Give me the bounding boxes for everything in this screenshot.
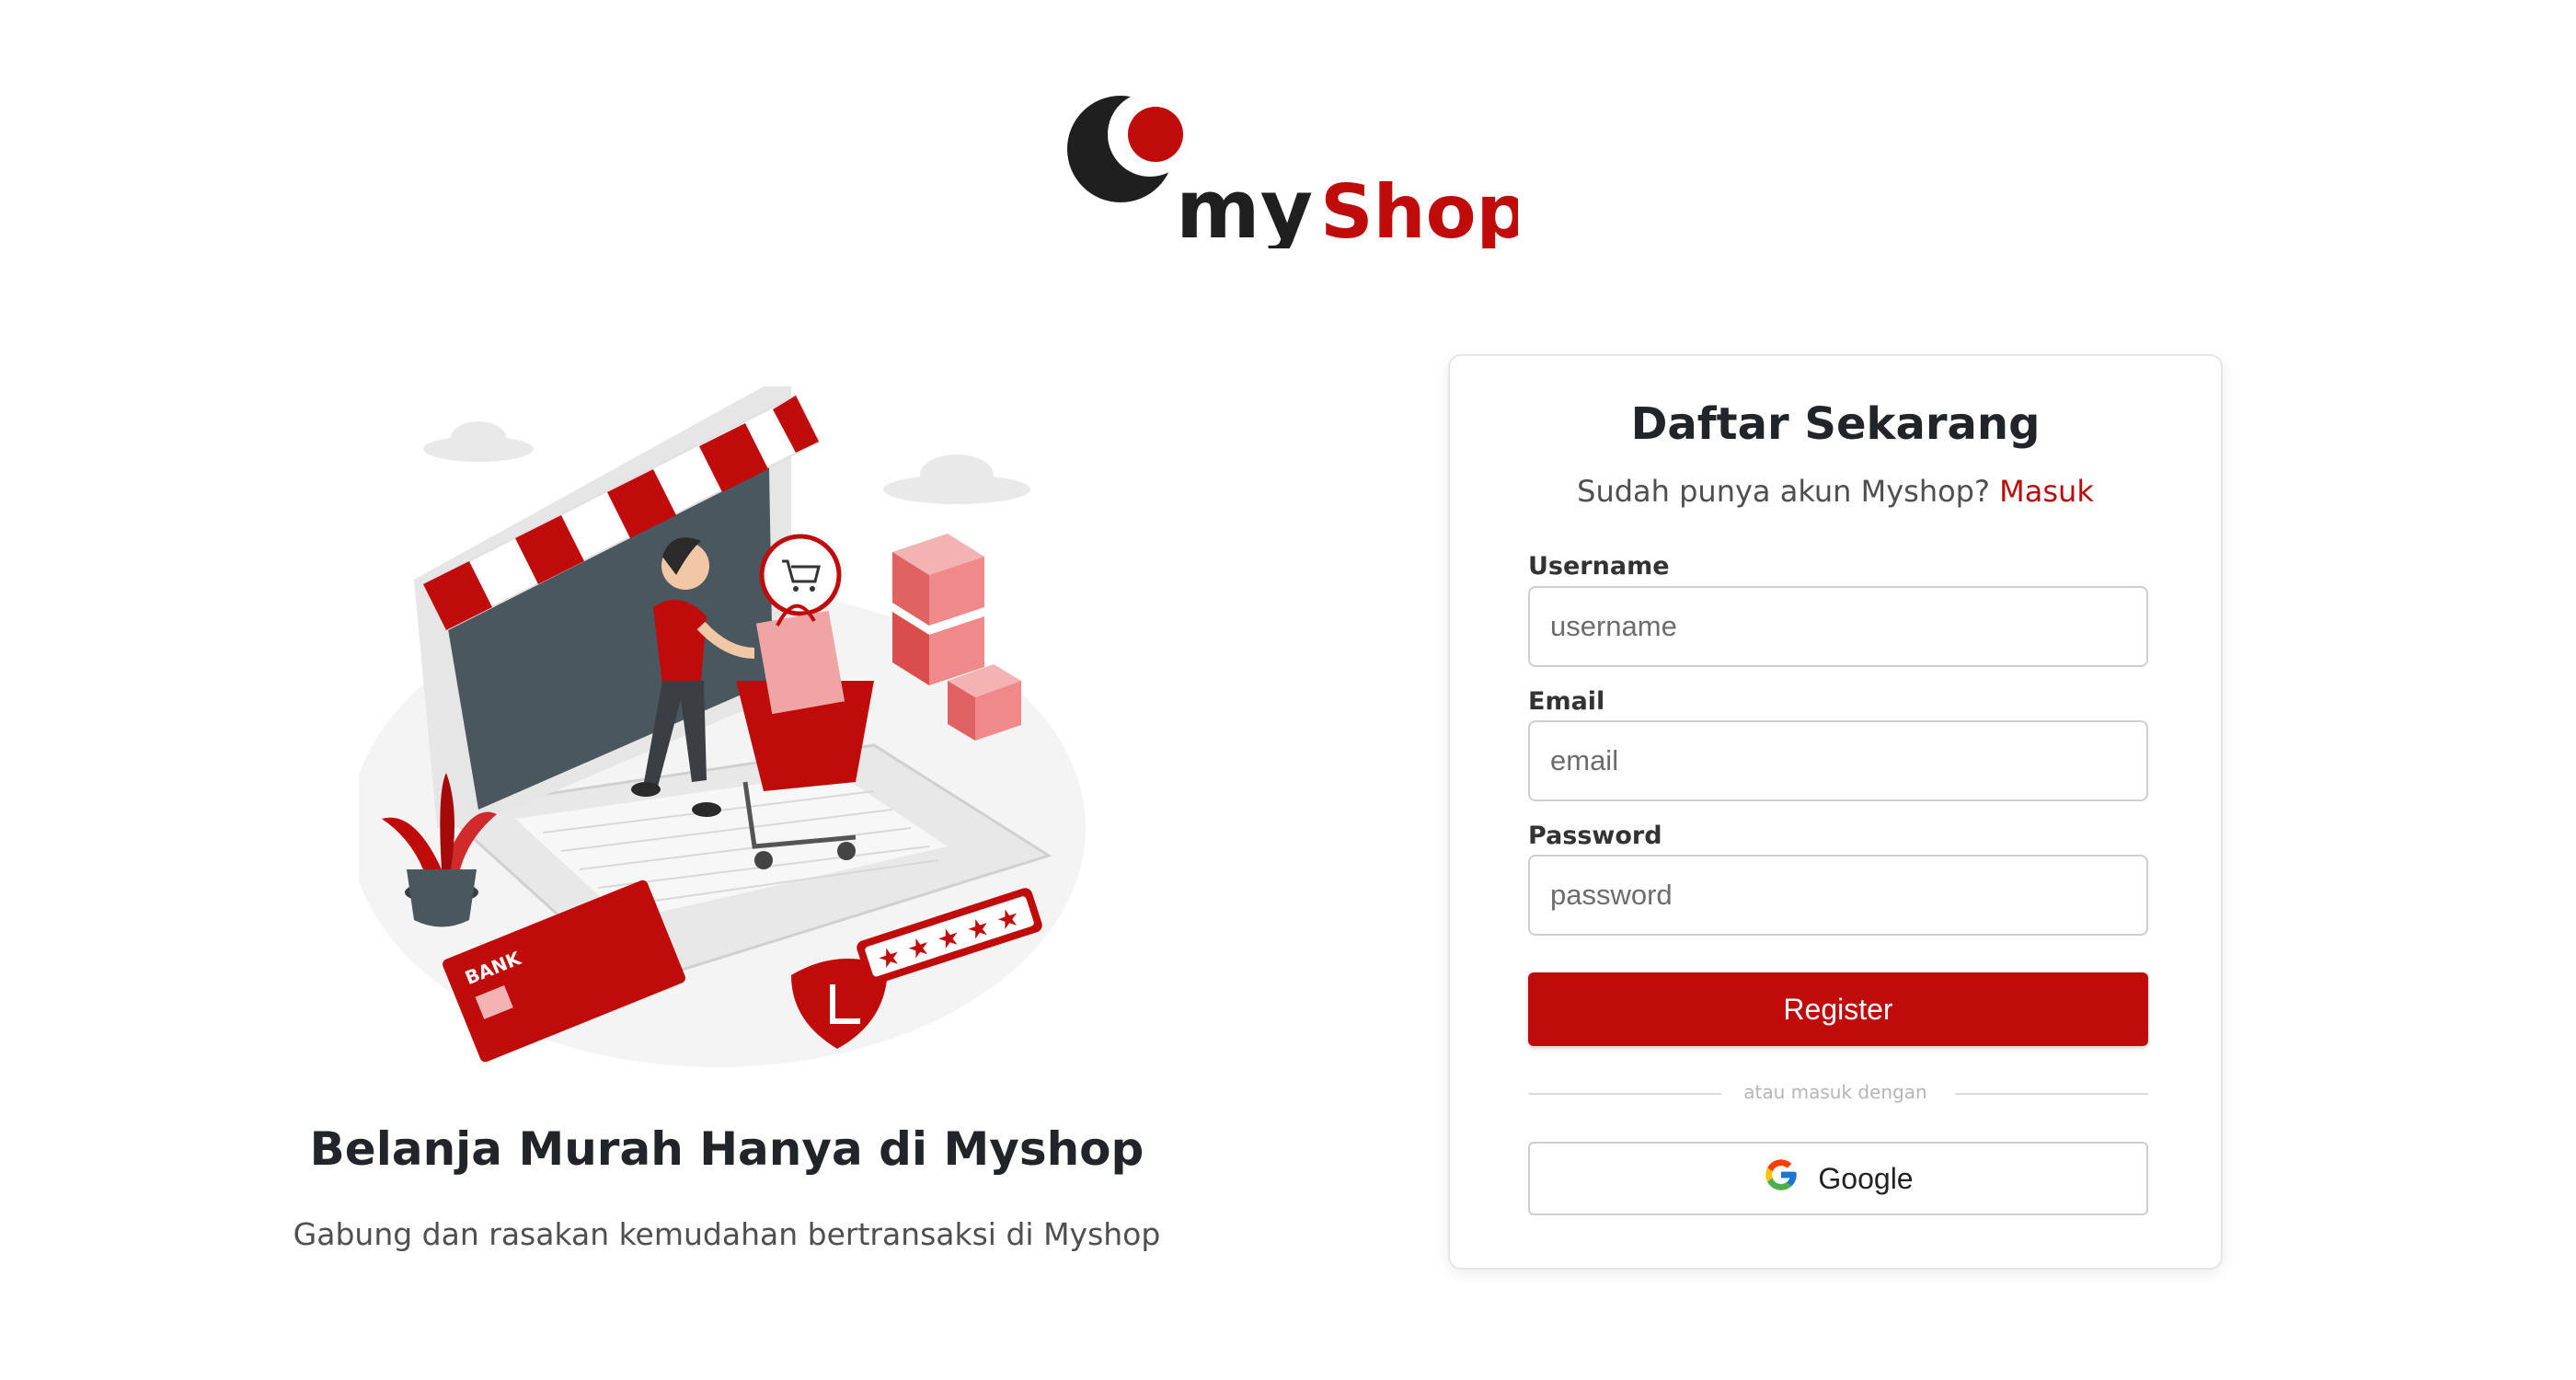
login-prompt-text: Sudah punya akun Myshop? (1577, 474, 1990, 509)
form-title: Daftar Sekarang (1630, 398, 2041, 450)
logo-word-shop: Shop (1320, 169, 1518, 248)
login-link[interactable]: Masuk (1999, 474, 2094, 509)
register-card: Daftar Sekarang Sudah punya akun Myshop?… (1448, 354, 2223, 1270)
email-label: Email (1528, 687, 1605, 716)
hero-subtitle: Gabung dan rasakan kemudahan bertransaks… (293, 1216, 1161, 1252)
google-icon (1763, 1156, 1800, 1201)
login-prompt: Sudah punya akun Myshop? Masuk (1450, 474, 2221, 509)
divider-line-right (1955, 1093, 2148, 1095)
logo-word-my: my (1176, 162, 1313, 248)
password-input[interactable] (1528, 855, 2148, 936)
password-label: Password (1528, 822, 1662, 850)
register-button[interactable]: Register (1528, 972, 2148, 1046)
google-login-button[interactable]: Google (1528, 1142, 2148, 1215)
hero-title: Belanja Murah Hanya di Myshop (309, 1122, 1144, 1176)
register-page: my Shop BANK ★ ★ ★ ★ ★ Belanja Murah Han… (0, 0, 2576, 1380)
username-input[interactable] (1528, 586, 2148, 667)
shopping-illustration: BANK ★ ★ ★ ★ ★ (350, 377, 1104, 1076)
myshop-logo[interactable]: my Shop (1058, 92, 1529, 257)
google-button-label: Google (1818, 1161, 1914, 1195)
username-label: Username (1528, 552, 1670, 581)
email-input[interactable] (1528, 720, 2148, 801)
divider-text: atau masuk dengan (1743, 1081, 1927, 1103)
